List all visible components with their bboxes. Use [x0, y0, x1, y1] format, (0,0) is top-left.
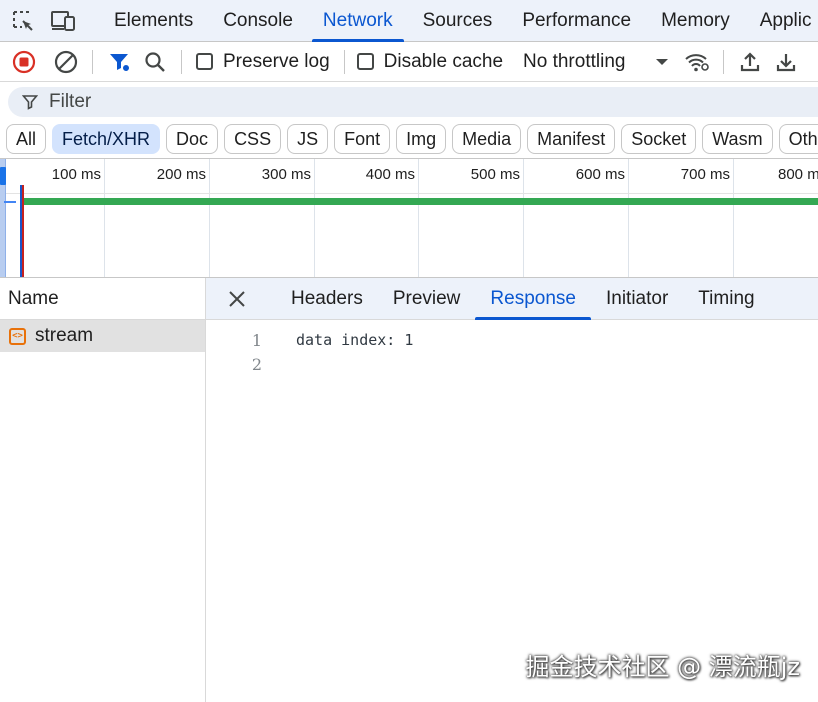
- preserve-log-checkbox[interactable]: Preserve log: [196, 51, 330, 73]
- clear-icon[interactable]: [48, 44, 84, 80]
- timeline-tick-label: 800 ms: [778, 166, 818, 183]
- type-filter-wasm[interactable]: Wasm: [702, 124, 773, 154]
- toolbar-separator: [723, 49, 725, 74]
- line-number: 1: [251, 330, 262, 350]
- type-filter-other[interactable]: Other: [778, 124, 818, 154]
- fetch-icon: <>: [9, 327, 26, 345]
- toolbar-separator: [92, 49, 93, 74]
- request-list: Name <> stream: [0, 278, 206, 702]
- network-overview-timeline[interactable]: 100 ms 200 ms 300 ms 400 ms 500 ms 600 m…: [0, 158, 818, 278]
- timeline-gridline: [523, 159, 524, 277]
- tab-memory[interactable]: Memory: [646, 0, 745, 42]
- tab-headers[interactable]: Headers: [276, 278, 378, 320]
- resource-type-filters: All Fetch/XHR Doc CSS JS Font Img Media …: [0, 120, 818, 158]
- request-download-bar: [22, 198, 818, 205]
- detail-tab-bar: Headers Preview Response Initiator Timin…: [206, 278, 818, 320]
- disable-cache-checkbox[interactable]: Disable cache: [356, 50, 504, 73]
- timeline-tick-label: 400 ms: [365, 166, 415, 183]
- load-event-marker: [22, 185, 24, 277]
- checkbox-box[interactable]: [356, 53, 374, 70]
- timeline-tick-label: 100 ms: [51, 166, 101, 183]
- preserve-log-label: Preserve log: [223, 50, 330, 72]
- checkbox-box[interactable]: [196, 53, 213, 70]
- timeline-gridline: [628, 159, 629, 277]
- tab-performance[interactable]: Performance: [507, 0, 646, 42]
- timeline-gridline: [314, 159, 315, 277]
- tab-network[interactable]: Network: [308, 0, 408, 42]
- filter-placeholder: Filter: [49, 91, 92, 112]
- response-body[interactable]: 1 data index: 1 2: [206, 320, 818, 376]
- type-filter-font[interactable]: Font: [334, 124, 391, 154]
- line-content: data index: 1: [296, 331, 414, 349]
- tab-response[interactable]: Response: [475, 278, 591, 320]
- request-row[interactable]: <> stream: [0, 320, 205, 352]
- timeline-drag-handle[interactable]: [0, 167, 6, 185]
- tab-preview[interactable]: Preview: [378, 278, 476, 320]
- device-toolbar-icon[interactable]: [51, 8, 77, 34]
- chevron-down-icon: [655, 51, 669, 73]
- timeline-tick-label: 500 ms: [470, 166, 520, 183]
- tab-timing[interactable]: Timing: [683, 278, 769, 320]
- timeline-gridline: [733, 159, 734, 277]
- devtools-tab-bar: Elements Console Network Sources Perform…: [0, 0, 818, 42]
- tab-elements[interactable]: Elements: [99, 0, 208, 42]
- type-filter-js[interactable]: JS: [287, 124, 329, 154]
- type-filter-css[interactable]: CSS: [224, 124, 282, 154]
- close-icon[interactable]: [222, 284, 252, 314]
- disable-cache-label: Disable cache: [383, 50, 504, 72]
- record-stop-icon[interactable]: [6, 44, 42, 80]
- type-filter-doc[interactable]: Doc: [166, 124, 219, 154]
- request-detail-pane: Headers Preview Response Initiator Timin…: [206, 278, 818, 702]
- filter-row: Filter: [0, 82, 818, 120]
- name-column-header[interactable]: Name: [0, 278, 205, 320]
- search-icon[interactable]: [137, 44, 173, 80]
- tab-sources[interactable]: Sources: [408, 0, 508, 42]
- timeline-tick-label: 700 ms: [680, 166, 730, 183]
- timeline-tick-label: 200 ms: [156, 166, 206, 183]
- network-conditions-icon[interactable]: [679, 44, 715, 80]
- network-toolbar: Preserve log Disable cache No throttling: [0, 42, 818, 82]
- tab-console[interactable]: Console: [208, 0, 308, 42]
- tab-application[interactable]: Applic: [745, 0, 818, 42]
- timeline-gridline: [418, 159, 419, 277]
- type-filter-fetch-xhr[interactable]: Fetch/XHR: [52, 124, 161, 154]
- code-line: 2: [206, 352, 818, 376]
- line-number: 2: [251, 354, 262, 374]
- toolbar-separator: [343, 49, 345, 74]
- code-line: 1 data index: 1: [206, 328, 818, 352]
- throttling-select[interactable]: No throttling: [523, 51, 669, 73]
- watermark: 掘金技术社区 @ 漂流瓶jz: [525, 653, 800, 681]
- filter-funnel-icon[interactable]: [101, 44, 137, 80]
- type-filter-img[interactable]: Img: [396, 124, 447, 154]
- request-waiting-bar: [4, 201, 16, 203]
- timeline-ruler-divider: [0, 193, 818, 194]
- type-filter-socket[interactable]: Socket: [621, 124, 697, 154]
- timeline-gridline: [209, 159, 210, 277]
- import-har-icon[interactable]: [732, 44, 768, 80]
- timeline-tick-label: 300 ms: [261, 166, 311, 183]
- toolbar-separator: [181, 49, 182, 74]
- type-filter-all[interactable]: All: [6, 124, 47, 154]
- type-filter-media[interactable]: Media: [452, 124, 522, 154]
- tab-initiator[interactable]: Initiator: [591, 278, 683, 320]
- throttling-value: No throttling: [523, 50, 626, 72]
- filter-input[interactable]: Filter: [8, 87, 818, 117]
- inspect-element-icon[interactable]: [11, 8, 35, 34]
- export-har-icon[interactable]: [768, 44, 804, 80]
- timeline-gridline: [104, 159, 105, 277]
- timeline-tick-label: 600 ms: [575, 166, 625, 183]
- type-filter-manifest[interactable]: Manifest: [527, 124, 616, 154]
- request-name: stream: [35, 325, 94, 346]
- filter-icon: [22, 94, 38, 110]
